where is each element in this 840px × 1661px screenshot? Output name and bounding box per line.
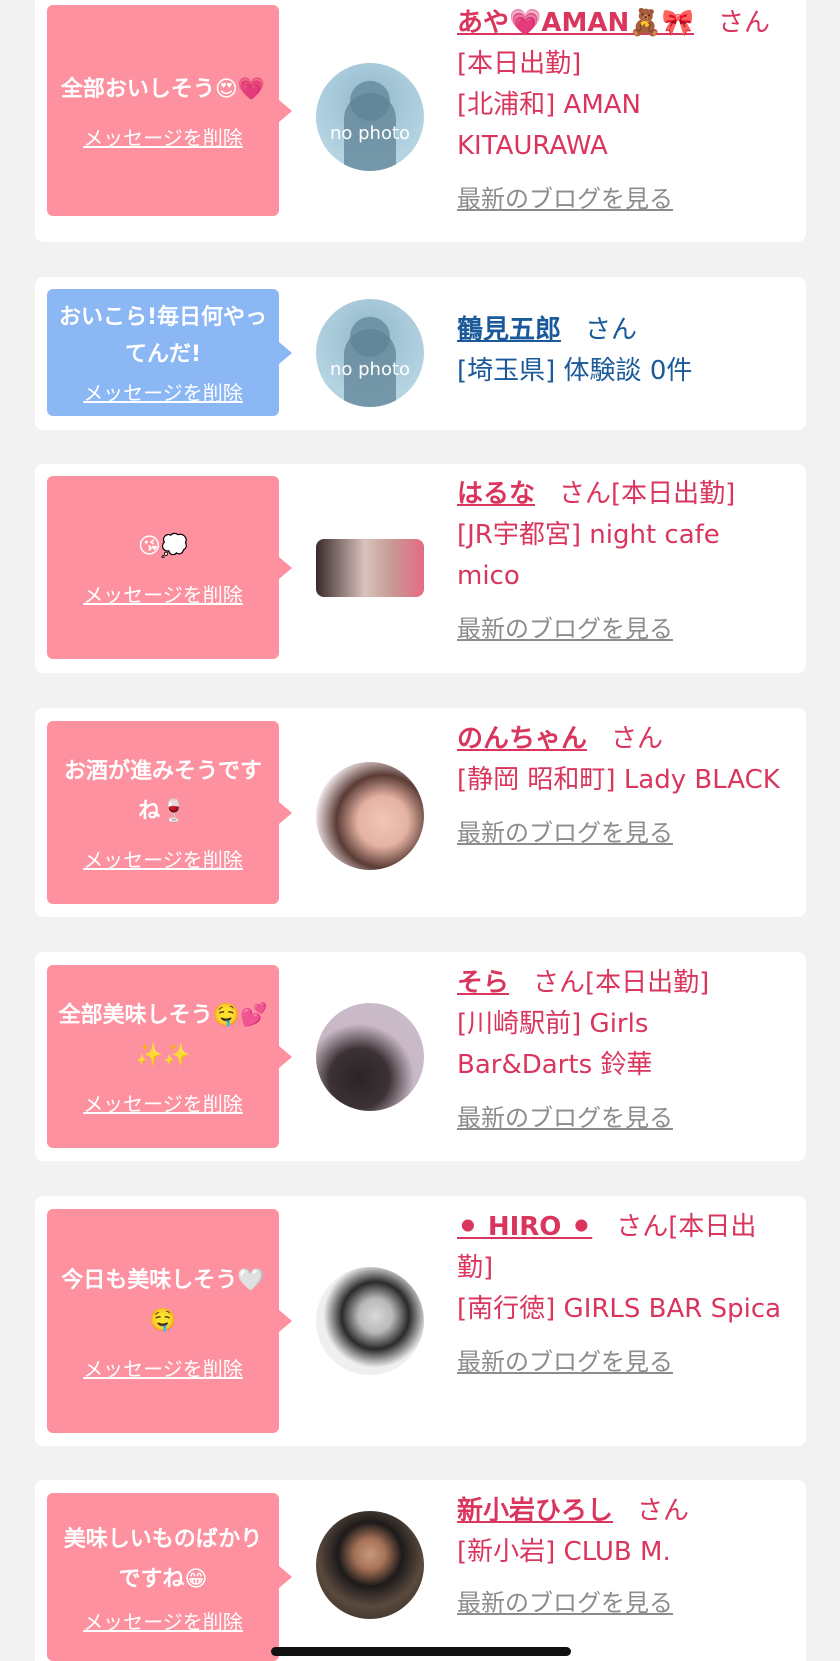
honorific: さん	[718, 8, 771, 38]
view-latest-blog-link[interactable]: 最新のブログを見る	[457, 1583, 673, 1624]
home-indicator	[271, 1647, 571, 1656]
no-photo-image: no photo	[316, 63, 424, 171]
avatar[interactable]: no photo	[316, 299, 424, 407]
user-name-link[interactable]: 鶴見五郎	[457, 315, 561, 345]
shop-name: [川崎駅前] Girls Bar&Darts 鈴華	[457, 1009, 653, 1080]
status-badge: [本日出勤]	[457, 49, 582, 79]
status-badge: [本日出勤]	[611, 479, 736, 509]
message-bubble: おいこら!毎日何やってんだ! メッセージを削除	[47, 289, 292, 416]
view-latest-blog-link[interactable]: 最新のブログを見る	[457, 179, 673, 220]
delete-message-link[interactable]: メッセージを削除	[83, 1606, 243, 1635]
cast-name-link[interactable]: 新小岩ひろし	[457, 1496, 613, 1526]
avatar[interactable]	[316, 762, 424, 870]
no-photo-label: no photo	[329, 359, 411, 380]
delete-message-link[interactable]: メッセージを削除	[83, 1088, 243, 1117]
message-card: おいこら!毎日何やってんだ! メッセージを削除 no photo 鶴見五郎 さん …	[35, 277, 806, 430]
message-text: 😘💭	[137, 534, 189, 559]
avatar[interactable]	[316, 1511, 424, 1619]
message-bubble: お酒が進みそうですね🍷 メッセージを削除	[47, 721, 292, 904]
no-photo-label: no photo	[329, 123, 411, 144]
shop-name: [北浦和] AMAN KITAURAWA	[457, 90, 642, 161]
delete-message-link[interactable]: メッセージを削除	[83, 844, 243, 873]
avatar[interactable]: no photo	[316, 63, 424, 171]
view-latest-blog-link[interactable]: 最新のブログを見る	[457, 813, 673, 854]
cast-name-link[interactable]: そら	[457, 968, 509, 998]
cast-name-link[interactable]: はるな	[457, 479, 535, 509]
honorific: さん	[611, 724, 664, 754]
avatar[interactable]	[316, 1267, 424, 1375]
shop-name: [JR宇都宮] night cafe mico	[457, 520, 720, 591]
delete-message-link[interactable]: メッセージを削除	[83, 377, 243, 406]
message-text: 美味しいものばかりですね😁	[63, 1526, 263, 1592]
cast-name-link[interactable]: あや💗AMAN🧸🎀	[457, 8, 694, 38]
shop-name: [南行徳] GIRLS BAR Spica	[457, 1294, 782, 1324]
message-card: 😘💭 メッセージを削除 はるな さん[本日出勤] [JR宇都宮] night ca…	[35, 464, 806, 673]
honorific: さん	[559, 479, 612, 509]
message-card: 今日も美味しそう🤍🤤 メッセージを削除 ⚫ HIRO ⚫ さん[本日出勤] [南行…	[35, 1196, 806, 1446]
shop-name: [静岡 昭和町] Lady BLACK	[457, 765, 780, 795]
delete-message-link[interactable]: メッセージを削除	[83, 579, 243, 608]
status-badge: [本日出勤]	[585, 968, 710, 998]
view-latest-blog-link[interactable]: 最新のブログを見る	[457, 609, 673, 650]
no-photo-image: no photo	[316, 299, 424, 407]
honorific: さん	[616, 1212, 669, 1242]
message-text: 今日も美味しそう🤍🤤	[61, 1267, 265, 1333]
cast-name-link[interactable]: ⚫ HIRO ⚫	[457, 1212, 592, 1242]
message-card: お酒が進みそうですね🍷 メッセージを削除 のんちゃん さん [静岡 昭和町] La…	[35, 708, 806, 917]
view-latest-blog-link[interactable]: 最新のブログを見る	[457, 1342, 673, 1383]
cast-info: あや💗AMAN🧸🎀 さん [本日出勤] [北浦和] AMAN KITAURAWA 最…	[457, 3, 787, 220]
message-text: おいこら!毎日何やってんだ!	[58, 305, 268, 367]
honorific: さん	[585, 315, 638, 345]
message-bubble: 全部おいしそう😍💗 メッセージを削除	[47, 5, 292, 216]
message-bubble: 美味しいものばかりですね😁 メッセージを削除	[47, 1493, 292, 1661]
message-card: 全部美味しそう🤤💕✨✨ メッセージを削除 そら さん[本日出勤] [川崎駅前] G…	[35, 952, 806, 1161]
cast-name-link[interactable]: のんちゃん	[457, 724, 587, 754]
shop-name: [新小岩] CLUB M.	[457, 1537, 671, 1567]
cast-info: ⚫ HIRO ⚫ さん[本日出勤] [南行徳] GIRLS BAR Spica 最…	[457, 1207, 787, 1383]
message-bubble: 😘💭 メッセージを削除	[47, 476, 292, 659]
delete-message-link[interactable]: メッセージを削除	[83, 1353, 243, 1382]
message-bubble: 全部美味しそう🤤💕✨✨ メッセージを削除	[47, 965, 292, 1148]
view-latest-blog-link[interactable]: 最新のブログを見る	[457, 1098, 673, 1139]
review-count: [埼玉県] 体験談 0件	[457, 356, 693, 386]
message-text: お酒が進みそうですね🍷	[63, 759, 262, 824]
honorific: さん	[533, 968, 586, 998]
message-card: 美味しいものばかりですね😁 メッセージを削除 新小岩ひろし さん [新小岩] CL…	[35, 1480, 806, 1661]
delete-message-link[interactable]: メッセージを削除	[83, 122, 243, 151]
honorific: さん	[637, 1496, 690, 1526]
cast-info: のんちゃん さん [静岡 昭和町] Lady BLACK 最新のブログを見る	[457, 719, 787, 854]
message-bubble: 今日も美味しそう🤍🤤 メッセージを削除	[47, 1209, 292, 1433]
avatar[interactable]	[316, 1003, 424, 1111]
cast-info: 新小岩ひろし さん [新小岩] CLUB M. 最新のブログを見る	[457, 1491, 787, 1624]
cast-info: そら さん[本日出勤] [川崎駅前] Girls Bar&Darts 鈴華 最新の…	[457, 963, 787, 1139]
user-info: 鶴見五郎 さん [埼玉県] 体験談 0件	[457, 310, 787, 392]
avatar[interactable]	[316, 539, 424, 597]
cast-info: はるな さん[本日出勤] [JR宇都宮] night cafe mico 最新のブ…	[457, 474, 787, 650]
message-card: 全部おいしそう😍💗 メッセージを削除 no photo あや💗AMAN🧸🎀 さん […	[35, 0, 806, 242]
message-text: 全部おいしそう😍💗	[60, 77, 266, 102]
message-text: 全部美味しそう🤤💕✨✨	[58, 1003, 268, 1068]
